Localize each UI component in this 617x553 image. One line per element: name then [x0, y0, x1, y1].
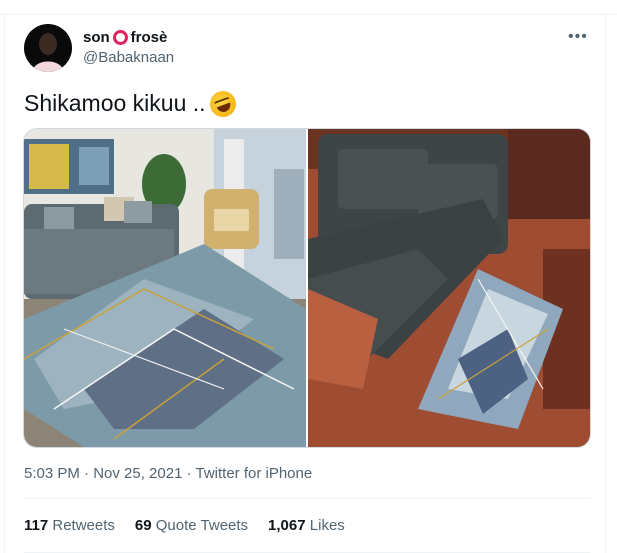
tweet-stats: 117 Retweets 69 Quote Tweets 1,067 Likes	[24, 517, 345, 534]
likes-count: 1,067	[268, 517, 306, 534]
likes-stat[interactable]: 1,067 Likes	[268, 517, 345, 534]
display-name[interactable]: son frosè	[83, 29, 167, 46]
quotes-label: Quote Tweets	[155, 517, 249, 534]
top-border	[0, 0, 617, 15]
tweet-text: Shikamoo kikuu ..	[24, 86, 240, 121]
red-circle-icon	[112, 30, 128, 45]
retweets-stat[interactable]: 117 Retweets	[24, 517, 115, 534]
tweet-media	[23, 128, 591, 448]
retweets-count: 117	[24, 517, 49, 534]
quotes-count: 69	[134, 517, 152, 534]
tweet-text-content: Shikamoo kikuu ..	[24, 90, 206, 116]
likes-label: Likes	[309, 517, 345, 534]
rolling-laughing-emoji-icon	[205, 86, 240, 121]
display-name-part1: son	[83, 29, 110, 46]
display-name-part2: frosè	[130, 29, 168, 46]
avatar[interactable]	[24, 24, 72, 72]
user-handle[interactable]: @Babaknaan	[83, 49, 174, 66]
tweet-timestamp[interactable]: 5:03 PM · Nov 25, 2021 · Twitter for iPh…	[24, 465, 312, 482]
media-photo-left[interactable]	[24, 129, 306, 447]
retweets-label: Retweets	[52, 517, 115, 534]
divider	[24, 498, 590, 499]
media-photo-right[interactable]	[308, 129, 590, 447]
quote-tweets-stat[interactable]: 69 Quote Tweets	[135, 517, 248, 534]
more-options-icon[interactable]: •••	[568, 28, 588, 46]
timestamp-text: 5:03 PM · Nov 25, 2021 · Twitter for iPh…	[24, 465, 313, 482]
